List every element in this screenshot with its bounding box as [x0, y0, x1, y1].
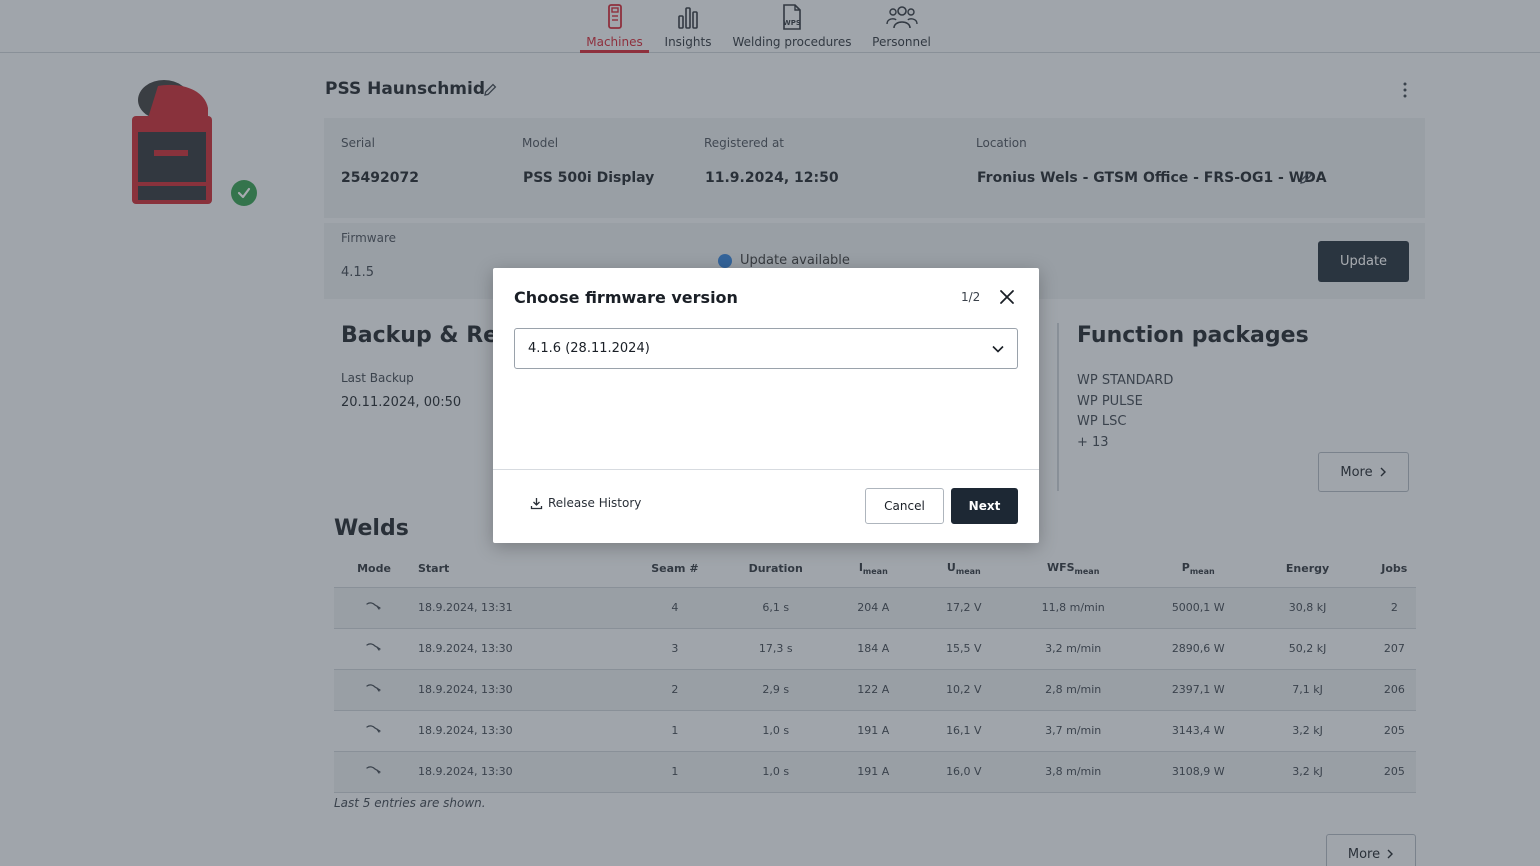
download-icon: [530, 497, 543, 509]
chevron-down-icon: [992, 345, 1004, 353]
firmware-version-select[interactable]: 4.1.6 (28.11.2024): [514, 328, 1018, 369]
dialog-divider: [493, 469, 1039, 470]
next-button[interactable]: Next: [951, 488, 1018, 524]
release-history-label: Release History: [548, 496, 642, 510]
selected-firmware-version: 4.1.6 (28.11.2024): [528, 341, 650, 356]
release-history-link[interactable]: Release History: [530, 496, 641, 510]
cancel-button[interactable]: Cancel: [865, 488, 944, 524]
close-icon[interactable]: [998, 288, 1016, 306]
firmware-version-dialog: Choose firmware version 1/2 4.1.6 (28.11…: [493, 268, 1039, 543]
dialog-step-indicator: 1/2: [961, 290, 981, 304]
dialog-title: Choose firmware version: [514, 288, 738, 307]
